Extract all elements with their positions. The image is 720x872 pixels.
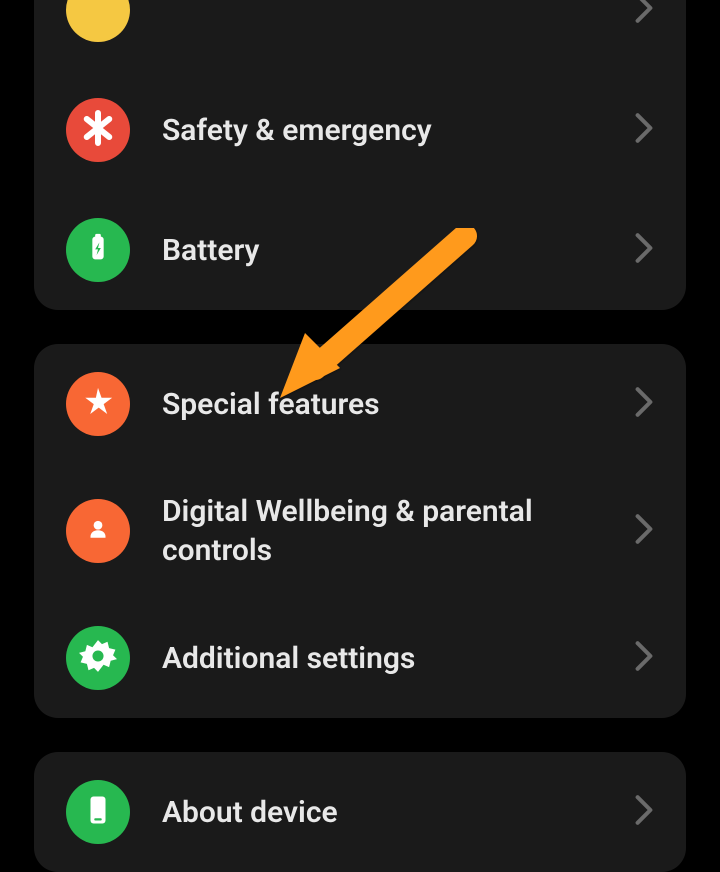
chevron-right-icon bbox=[634, 513, 654, 549]
icon-container bbox=[66, 626, 130, 690]
phone-icon bbox=[80, 792, 116, 832]
icon-container bbox=[66, 0, 130, 42]
icon-container bbox=[66, 372, 130, 436]
chevron-right-icon bbox=[634, 640, 654, 676]
chevron-right-icon bbox=[634, 0, 654, 28]
item-label: Safety & emergency bbox=[162, 111, 622, 150]
gear-icon bbox=[79, 637, 117, 679]
settings-item-special-features[interactable]: Special features bbox=[34, 344, 686, 464]
icon-container bbox=[66, 499, 130, 563]
settings-item-safety-emergency[interactable]: Safety & emergency bbox=[34, 70, 686, 190]
item-label: About device bbox=[162, 793, 622, 832]
battery-icon bbox=[81, 231, 115, 269]
chevron-right-icon bbox=[634, 112, 654, 148]
settings-item-battery[interactable]: Battery bbox=[34, 190, 686, 310]
settings-group: Special features Digital Wellbeing & par… bbox=[34, 344, 686, 718]
settings-item-digital-wellbeing[interactable]: Digital Wellbeing & parental controls bbox=[34, 464, 686, 598]
icon-container bbox=[66, 218, 130, 282]
icon-container bbox=[66, 780, 130, 844]
item-label: Special features bbox=[162, 385, 622, 424]
asterisk-icon bbox=[80, 110, 116, 150]
settings-item-about-device[interactable]: About device bbox=[34, 752, 686, 872]
item-label: Digital Wellbeing & parental controls bbox=[162, 492, 622, 570]
settings-group: Safety & emergency Battery bbox=[34, 0, 686, 310]
item-label: Battery bbox=[162, 231, 622, 270]
chevron-right-icon bbox=[634, 794, 654, 830]
heart-icon bbox=[83, 514, 113, 548]
icon-container bbox=[66, 98, 130, 162]
star-icon bbox=[81, 385, 115, 423]
chevron-right-icon bbox=[634, 232, 654, 268]
settings-item-hidden[interactable] bbox=[34, 0, 686, 70]
settings-item-additional-settings[interactable]: Additional settings bbox=[34, 598, 686, 718]
item-label: Additional settings bbox=[162, 639, 622, 678]
settings-group: About device bbox=[34, 752, 686, 872]
chevron-right-icon bbox=[634, 386, 654, 422]
